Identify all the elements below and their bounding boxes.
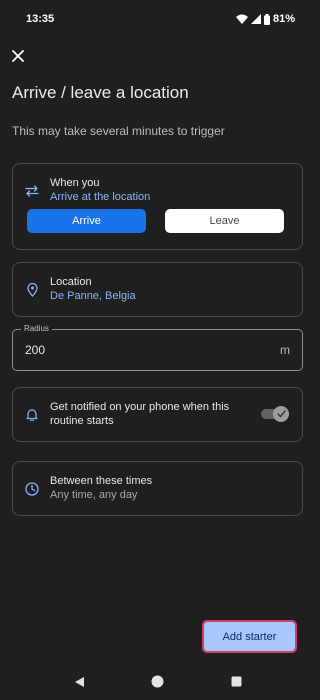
- swap-arrows-icon: [25, 184, 39, 198]
- status-time: 13:35: [26, 13, 55, 25]
- location-pin-icon: [25, 282, 39, 297]
- arrive-button[interactable]: Arrive: [27, 209, 146, 233]
- back-nav-button[interactable]: [72, 675, 86, 689]
- bell-icon: [25, 407, 39, 421]
- add-starter-button[interactable]: Add starter: [202, 620, 297, 653]
- radius-input[interactable]: 200: [25, 343, 45, 357]
- notify-card: Get notified on your phone when this rou…: [12, 387, 303, 442]
- status-icons: 81%: [235, 13, 295, 25]
- battery-level: 81%: [272, 13, 295, 25]
- radius-label: Radius: [21, 324, 52, 333]
- location-label: Location: [50, 276, 92, 288]
- page-title: Arrive / leave a location: [12, 83, 189, 102]
- battery-icon: [263, 13, 270, 25]
- when-row[interactable]: When you Arrive at the location: [25, 176, 150, 205]
- wifi-icon: [235, 14, 248, 24]
- times-card[interactable]: Between these times Any time, any day: [12, 461, 303, 516]
- leave-button[interactable]: Leave: [165, 209, 284, 233]
- page-subtitle: This may take several minutes to trigger: [12, 124, 225, 138]
- notify-label: Get notified on your phone when this rou…: [50, 401, 230, 427]
- home-nav-button[interactable]: [151, 675, 165, 689]
- recents-square-icon: [231, 676, 241, 687]
- notify-toggle[interactable]: [259, 406, 289, 422]
- when-label: When you: [50, 177, 100, 189]
- back-triangle-icon: [74, 676, 84, 687]
- radius-field[interactable]: Radius 200 m: [12, 324, 303, 371]
- times-label: Between these times: [50, 475, 153, 487]
- times-value: Any time, any day: [50, 489, 138, 501]
- status-bar: 13:35 81%: [0, 0, 315, 38]
- close-button[interactable]: [8, 46, 28, 66]
- navigation-bar: [0, 663, 315, 700]
- location-card[interactable]: Location De Panne, Belgia: [12, 262, 303, 317]
- toggle-thumb: [273, 406, 289, 422]
- when-card: When you Arrive at the location Arrive L…: [12, 163, 303, 250]
- home-circle-icon: [151, 675, 164, 688]
- recents-nav-button[interactable]: [229, 675, 243, 689]
- check-icon: [276, 410, 286, 418]
- when-value: Arrive at the location: [50, 191, 151, 203]
- radius-unit: m: [280, 343, 290, 357]
- close-icon: [12, 50, 24, 62]
- clock-icon: [25, 481, 39, 496]
- location-value: De Panne, Belgia: [50, 290, 136, 302]
- signal-icon: [250, 14, 261, 24]
